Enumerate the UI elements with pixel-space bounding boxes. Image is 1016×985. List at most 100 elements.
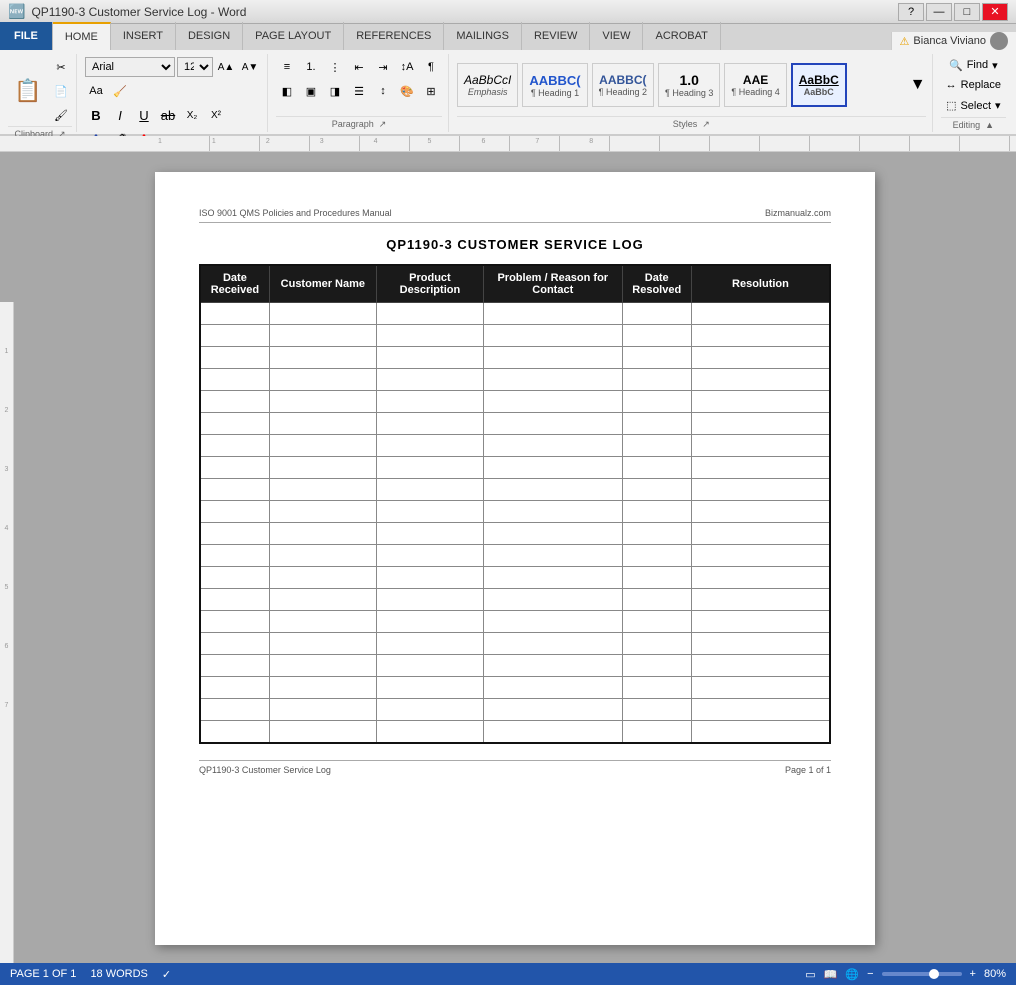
table-cell[interactable] — [691, 589, 830, 611]
table-cell[interactable] — [200, 435, 269, 457]
table-cell[interactable] — [691, 391, 830, 413]
tab-references[interactable]: REFERENCES — [344, 22, 444, 50]
table-cell[interactable] — [200, 369, 269, 391]
font-name-select[interactable]: Arial — [85, 57, 175, 77]
table-cell[interactable] — [200, 677, 269, 699]
table-cell[interactable] — [376, 611, 483, 633]
table-cell[interactable] — [483, 325, 622, 347]
table-cell[interactable] — [483, 721, 622, 743]
table-cell[interactable] — [376, 479, 483, 501]
table-cell[interactable] — [200, 479, 269, 501]
increase-indent-button[interactable]: ⇥ — [372, 56, 394, 78]
tab-insert[interactable]: INSERT — [111, 22, 176, 50]
tab-page-layout[interactable]: PAGE LAYOUT — [243, 22, 344, 50]
subscript-button[interactable]: X₂ — [181, 104, 203, 126]
table-cell[interactable] — [269, 347, 376, 369]
underline-button[interactable]: U — [133, 104, 155, 126]
find-button[interactable]: 🔍 Find ▾ — [941, 56, 1006, 74]
table-cell[interactable] — [376, 369, 483, 391]
table-cell[interactable] — [483, 303, 622, 325]
table-cell[interactable] — [269, 501, 376, 523]
table-cell[interactable] — [483, 369, 622, 391]
tab-file[interactable]: FILE — [0, 22, 53, 50]
styles-more-button[interactable]: ▼ — [910, 76, 926, 94]
table-cell[interactable] — [376, 435, 483, 457]
table-cell[interactable] — [691, 325, 830, 347]
table-cell[interactable] — [200, 721, 269, 743]
table-cell[interactable] — [269, 567, 376, 589]
table-cell[interactable] — [269, 435, 376, 457]
style-heading3[interactable]: 1.0 ¶ Heading 3 — [658, 63, 720, 107]
align-center-button[interactable]: ▣ — [300, 80, 322, 102]
table-cell[interactable] — [376, 567, 483, 589]
help-button[interactable]: ? — [898, 3, 924, 21]
style-heading4[interactable]: AAE ¶ Heading 4 — [724, 63, 786, 107]
justify-button[interactable]: ☰ — [348, 80, 370, 102]
table-cell[interactable] — [269, 523, 376, 545]
table-cell[interactable] — [483, 611, 622, 633]
tab-acrobat[interactable]: ACROBAT — [643, 22, 720, 50]
zoom-out-button[interactable]: − — [867, 968, 873, 980]
table-cell[interactable] — [622, 523, 691, 545]
bullets-button[interactable]: ≡ — [276, 56, 298, 78]
table-cell[interactable] — [691, 699, 830, 721]
table-cell[interactable] — [200, 545, 269, 567]
change-case-button[interactable]: Aa — [85, 80, 107, 102]
zoom-in-button[interactable]: + — [970, 968, 976, 980]
view-web-button[interactable]: 🌐 — [845, 968, 859, 981]
table-cell[interactable] — [483, 545, 622, 567]
table-cell[interactable] — [691, 479, 830, 501]
table-cell[interactable] — [691, 501, 830, 523]
table-cell[interactable] — [376, 391, 483, 413]
table-cell[interactable] — [483, 633, 622, 655]
table-cell[interactable] — [200, 699, 269, 721]
table-cell[interactable] — [691, 545, 830, 567]
table-cell[interactable] — [691, 567, 830, 589]
table-cell[interactable] — [200, 391, 269, 413]
table-cell[interactable] — [691, 303, 830, 325]
copy-button[interactable]: 📄 — [50, 80, 72, 102]
table-cell[interactable] — [200, 413, 269, 435]
shading-button[interactable]: 🎨 — [396, 80, 418, 102]
table-cell[interactable] — [483, 567, 622, 589]
replace-button[interactable]: ↔ Replace — [941, 76, 1006, 94]
table-cell[interactable] — [483, 589, 622, 611]
table-cell[interactable] — [269, 589, 376, 611]
table-cell[interactable] — [269, 369, 376, 391]
table-cell[interactable] — [200, 655, 269, 677]
table-cell[interactable] — [691, 655, 830, 677]
table-cell[interactable] — [269, 611, 376, 633]
table-cell[interactable] — [483, 655, 622, 677]
table-cell[interactable] — [483, 391, 622, 413]
table-cell[interactable] — [376, 501, 483, 523]
style-normal[interactable]: AaBbC AaBbC — [791, 63, 847, 107]
tab-view[interactable]: VIEW — [590, 22, 643, 50]
table-cell[interactable] — [622, 655, 691, 677]
table-cell[interactable] — [622, 347, 691, 369]
table-cell[interactable] — [622, 369, 691, 391]
grow-font-button[interactable]: A▲ — [215, 56, 237, 78]
table-cell[interactable] — [376, 457, 483, 479]
line-spacing-button[interactable]: ↕ — [372, 80, 394, 102]
table-cell[interactable] — [622, 545, 691, 567]
strikethrough-button[interactable]: ab — [157, 104, 179, 126]
sort-button[interactable]: ↕A — [396, 56, 418, 78]
table-cell[interactable] — [269, 303, 376, 325]
table-cell[interactable] — [376, 589, 483, 611]
table-cell[interactable] — [269, 633, 376, 655]
show-formatting-button[interactable]: ¶ — [420, 56, 442, 78]
multilevel-list-button[interactable]: ⋮ — [324, 56, 346, 78]
table-cell[interactable] — [200, 457, 269, 479]
table-cell[interactable] — [622, 699, 691, 721]
table-cell[interactable] — [200, 347, 269, 369]
table-cell[interactable] — [622, 611, 691, 633]
table-cell[interactable] — [269, 545, 376, 567]
table-cell[interactable] — [376, 677, 483, 699]
select-button[interactable]: ⬚ Select ▾ — [941, 97, 1006, 115]
table-cell[interactable] — [483, 699, 622, 721]
table-cell[interactable] — [376, 413, 483, 435]
table-cell[interactable] — [691, 435, 830, 457]
table-cell[interactable] — [622, 677, 691, 699]
italic-button[interactable]: I — [109, 104, 131, 126]
table-cell[interactable] — [622, 633, 691, 655]
